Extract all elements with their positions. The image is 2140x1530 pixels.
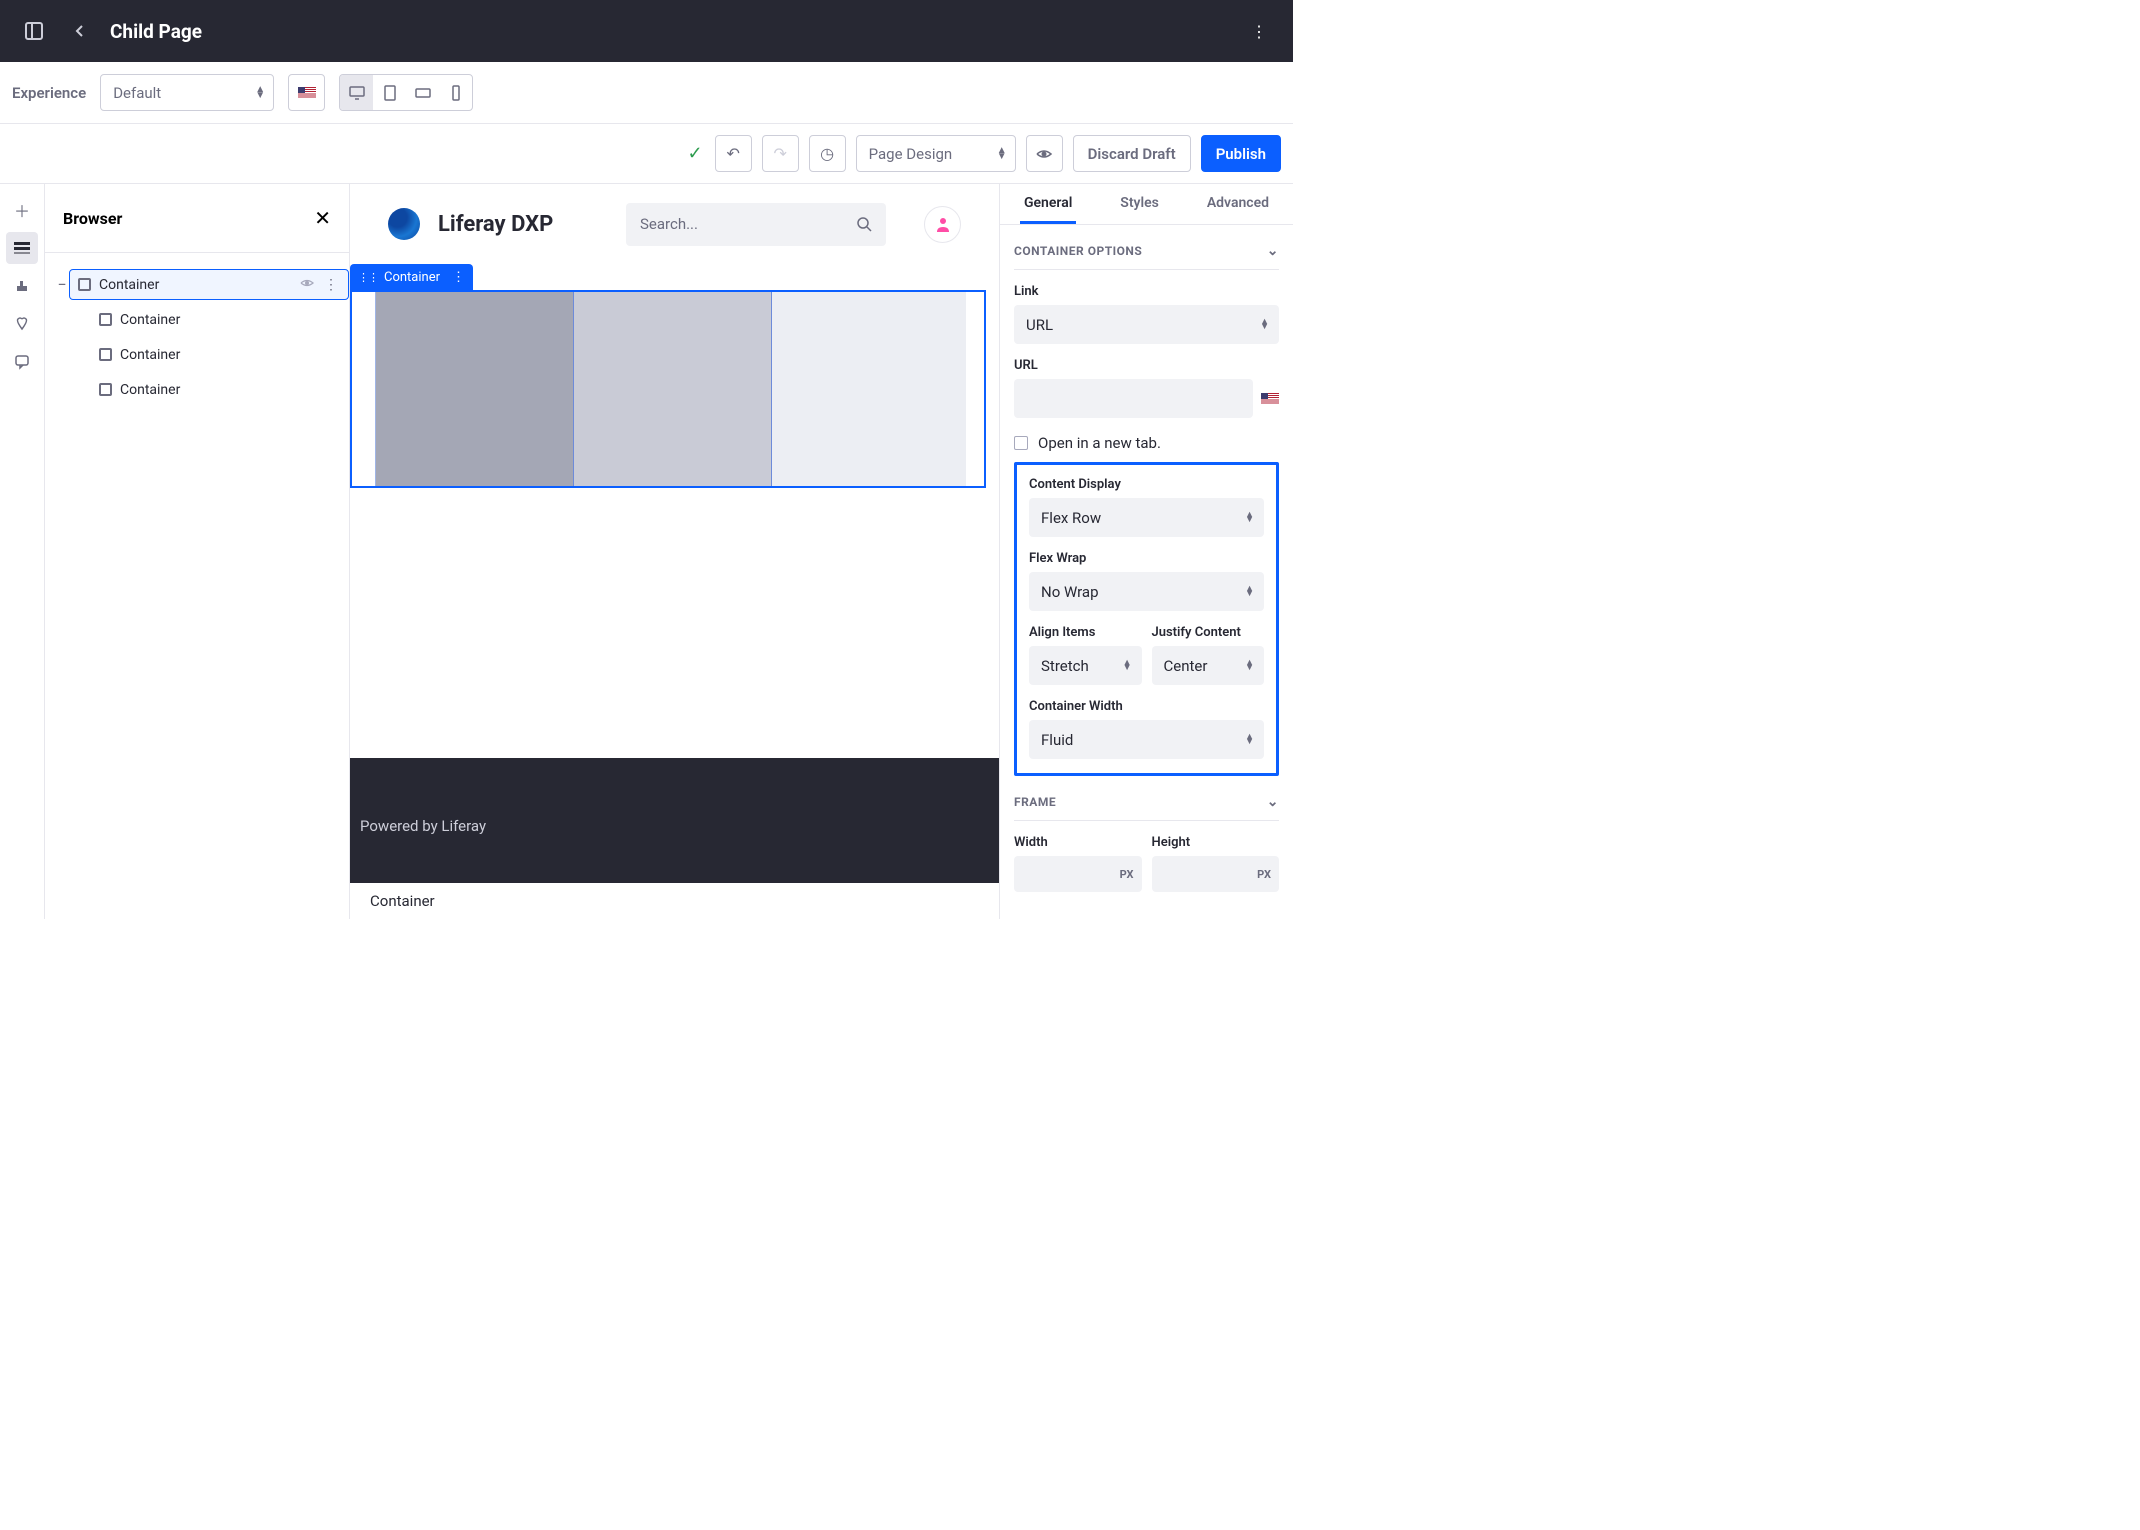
newtab-label: Open in a new tab.	[1038, 434, 1161, 452]
container-icon	[99, 348, 112, 361]
item-menu-icon[interactable]: ⋮	[324, 277, 338, 293]
newtab-checkbox[interactable]	[1014, 436, 1028, 450]
container-icon	[78, 278, 91, 291]
comments-panel-icon[interactable]	[6, 346, 38, 378]
align-items-select[interactable]: Stretch ▲▼	[1029, 646, 1142, 685]
browser-title: Browser	[63, 209, 122, 228]
collapse-icon[interactable]: −	[55, 275, 69, 294]
main: ＋ Browser ✕ − Container	[0, 184, 1293, 919]
breadcrumb: Container	[350, 883, 999, 919]
selected-container[interactable]	[350, 290, 986, 488]
experience-label: Experience	[12, 84, 86, 102]
properties-panel: General Styles Advanced CONTAINER OPTION…	[999, 184, 1293, 919]
device-desktop[interactable]	[340, 75, 373, 110]
tab-general[interactable]: General	[1020, 184, 1076, 224]
drag-handle-icon[interactable]: ⋮⋮	[358, 271, 378, 284]
flex-wrap-label: Flex Wrap	[1029, 551, 1264, 566]
close-panel-button[interactable]: ✕	[314, 206, 331, 230]
align-items-label: Align Items	[1029, 625, 1142, 640]
child-container[interactable]	[772, 292, 966, 486]
selection-menu-icon[interactable]: ⋮	[452, 270, 465, 285]
flex-wrap-select[interactable]: No Wrap ▲▼	[1029, 572, 1264, 611]
toolbar-actions: ✓ ↶ ↷ ◷ Page Design ▲▼ Discard Draft Pub…	[0, 124, 1293, 184]
device-tablet-landscape[interactable]	[406, 75, 439, 110]
device-mobile[interactable]	[439, 75, 472, 110]
chevron-down-icon: ⌄	[1267, 243, 1279, 259]
highlight-box: Content Display Flex Row ▲▼ Flex Wrap No…	[1014, 462, 1279, 776]
height-label: Height	[1152, 835, 1280, 850]
tab-styles[interactable]: Styles	[1116, 184, 1163, 224]
redo-button[interactable]: ↷	[762, 135, 799, 172]
us-flag-icon	[298, 87, 316, 99]
content-panel-icon[interactable]	[6, 308, 38, 340]
us-flag-icon[interactable]	[1261, 393, 1279, 405]
preview-button[interactable]	[1026, 135, 1063, 172]
locale-button[interactable]	[288, 74, 325, 111]
brand-title: Liferay DXP	[438, 212, 553, 237]
content-display-label: Content Display	[1029, 477, 1264, 492]
sidebar-icons: ＋	[0, 184, 45, 919]
container-width-label: Container Width	[1029, 699, 1264, 714]
topbar: Child Page ⋮	[0, 0, 1293, 62]
tab-advanced[interactable]: Advanced	[1203, 184, 1273, 224]
device-tablet[interactable]	[373, 75, 406, 110]
width-input[interactable]: PX	[1014, 856, 1142, 892]
visibility-icon[interactable]	[300, 276, 314, 294]
search-icon	[856, 216, 872, 232]
section-container-options[interactable]: CONTAINER OPTIONS ⌄	[1000, 225, 1293, 269]
tree-row[interactable]: Container	[45, 372, 349, 407]
element-tree: − Container ⋮ Container Container	[45, 253, 349, 407]
section-frame[interactable]: FRAME ⌄	[1000, 776, 1293, 820]
tree-row[interactable]: Container	[45, 302, 349, 337]
avatar[interactable]	[924, 206, 961, 243]
brand-logo-icon	[388, 208, 420, 240]
link-select[interactable]: URL ▲▼	[1014, 305, 1279, 344]
panel-toggle-icon[interactable]	[18, 15, 50, 47]
page-title: Child Page	[110, 20, 202, 43]
url-label: URL	[1014, 358, 1279, 373]
undo-button[interactable]: ↶	[715, 135, 752, 172]
tree-row[interactable]: Container	[45, 337, 349, 372]
url-input[interactable]	[1014, 379, 1253, 418]
canvas: Liferay DXP Search... ⋮⋮ Container ⋮ Pow…	[350, 184, 999, 919]
more-menu-icon[interactable]: ⋮	[1243, 15, 1275, 47]
link-label: Link	[1014, 284, 1279, 299]
history-button[interactable]: ◷	[809, 135, 846, 172]
content-display-select[interactable]: Flex Row ▲▼	[1029, 498, 1264, 537]
browser-panel-icon[interactable]	[6, 232, 38, 264]
panel-tabs: General Styles Advanced	[1000, 184, 1293, 225]
height-input[interactable]: PX	[1152, 856, 1280, 892]
container-icon	[99, 383, 112, 396]
width-label: Width	[1014, 835, 1142, 850]
saved-check-icon: ✓	[688, 143, 703, 164]
selection-tag[interactable]: ⋮⋮ Container ⋮	[350, 264, 473, 291]
add-panel-icon[interactable]: ＋	[6, 194, 38, 226]
container-icon	[99, 313, 112, 326]
container-width-select[interactable]: Fluid ▲▼	[1029, 720, 1264, 759]
discard-draft-button[interactable]: Discard Draft	[1073, 135, 1191, 172]
back-button[interactable]	[64, 15, 96, 47]
device-group	[339, 74, 473, 111]
justify-content-select[interactable]: Center ▲▼	[1152, 646, 1265, 685]
tree-row[interactable]: − Container ⋮	[45, 267, 349, 302]
browser-panel: Browser ✕ − Container ⋮ Container	[45, 184, 350, 919]
design-panel-icon[interactable]	[6, 270, 38, 302]
justify-content-label: Justify Content	[1152, 625, 1265, 640]
experience-select[interactable]: Default ▲▼	[100, 74, 274, 111]
child-container[interactable]	[376, 292, 574, 486]
page-mode-select[interactable]: Page Design ▲▼	[856, 135, 1016, 172]
sort-icon: ▲▼	[997, 148, 1007, 160]
child-container[interactable]	[574, 292, 772, 486]
sort-icon: ▲▼	[255, 87, 265, 99]
browser-header: Browser ✕	[45, 184, 349, 253]
chevron-down-icon: ⌄	[1267, 794, 1279, 810]
footer: Powered by Liferay	[350, 758, 999, 893]
search-input[interactable]: Search...	[626, 203, 886, 246]
toolbar-experience: Experience Default ▲▼	[0, 62, 1293, 124]
canvas-header: Liferay DXP Search...	[350, 184, 999, 264]
publish-button[interactable]: Publish	[1201, 135, 1281, 172]
